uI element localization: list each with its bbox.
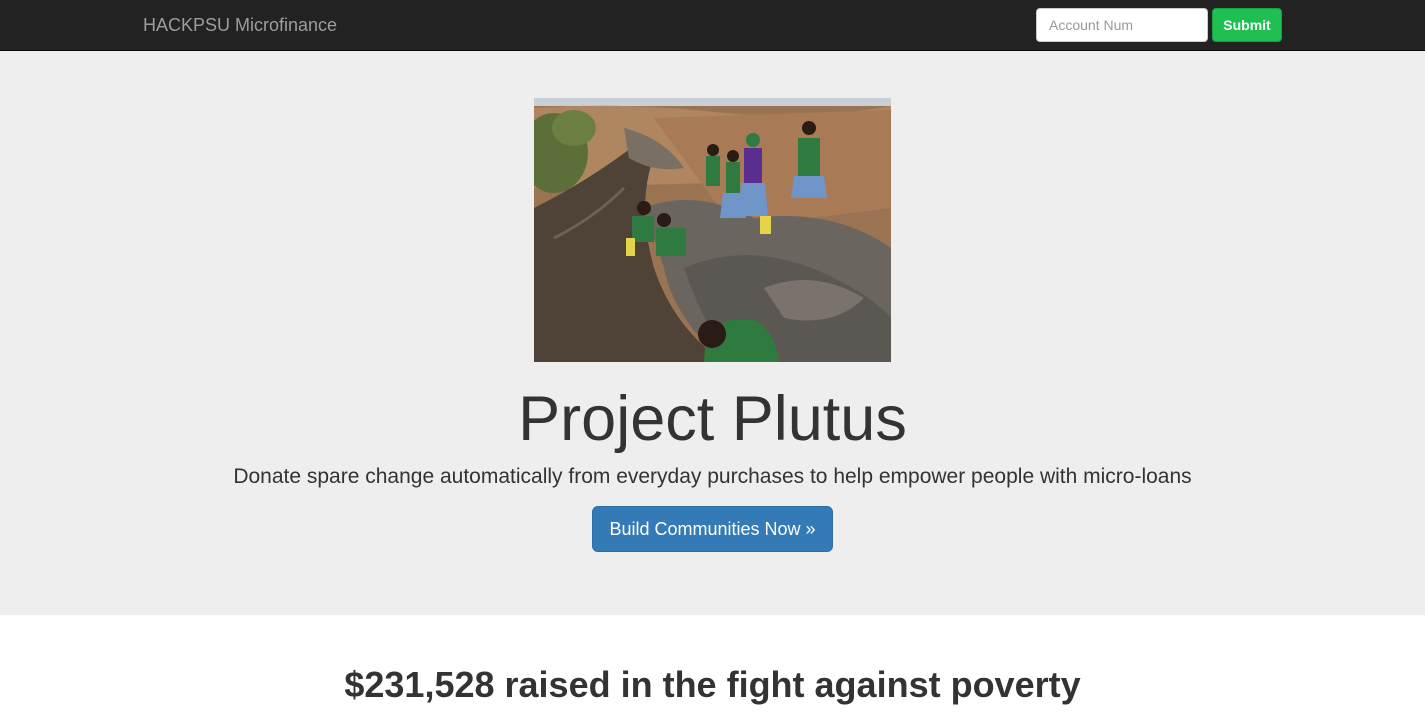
account-number-input[interactable] xyxy=(1036,8,1208,42)
build-communities-button[interactable]: Build Communities Now » xyxy=(592,506,833,552)
amount-raised-heading: $231,528 raised in the fight against pov… xyxy=(344,664,1081,705)
hero-jumbotron: Project Plutus Donate spare change autom… xyxy=(0,51,1425,615)
hero-photo xyxy=(534,98,891,362)
brand-link[interactable]: HACKPSU Microfinance xyxy=(143,15,337,35)
hero-subtitle: Donate spare change automatically from e… xyxy=(233,465,1192,488)
top-navbar: HACKPSU Microfinance Submit xyxy=(0,0,1425,51)
submit-button[interactable]: Submit xyxy=(1212,8,1282,42)
account-form: Submit xyxy=(1036,8,1282,42)
page-title: Project Plutus xyxy=(518,384,907,454)
